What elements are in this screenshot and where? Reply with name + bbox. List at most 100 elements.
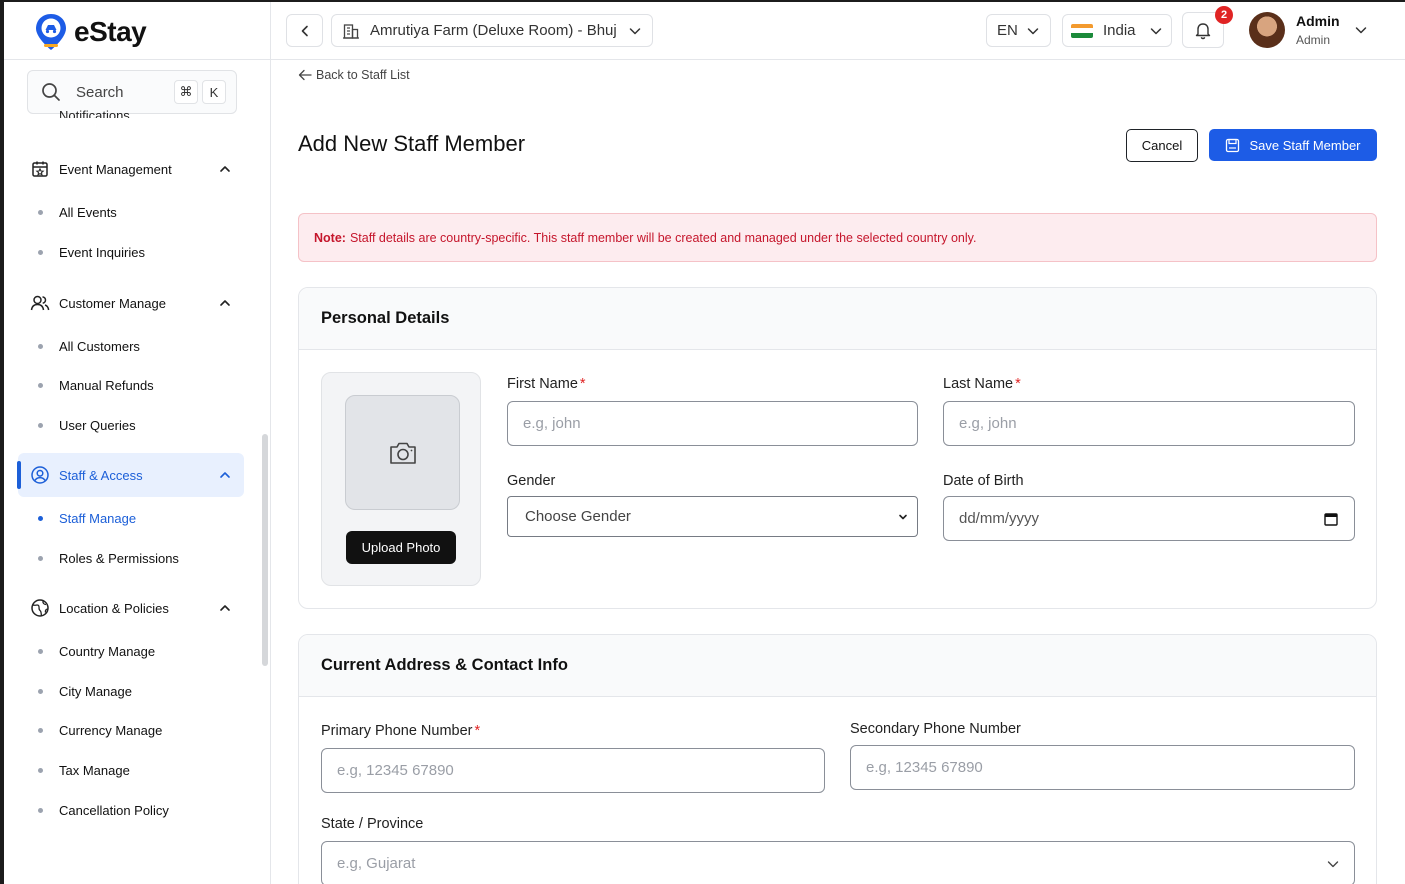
gender-select-value: Choose Gender <box>525 508 631 525</box>
first-name-label-text: First Name <box>507 376 578 392</box>
search-icon <box>42 83 60 101</box>
sidebar-group-customer-manage[interactable]: Customer Manage <box>18 281 244 325</box>
sidebar-item-label: All Events <box>59 204 117 220</box>
bell-icon <box>1195 23 1211 40</box>
last-name-label: Last Name * <box>943 376 1021 392</box>
sidebar-scrollbar[interactable] <box>262 434 268 666</box>
sidebar-item-tax-manage[interactable]: Tax Manage <box>38 760 130 780</box>
page-title: Add New Staff Member <box>298 131 526 156</box>
gender-select[interactable]: Choose Gender <box>507 496 918 537</box>
note-text: Staff details are country-specific. This… <box>349 230 977 245</box>
camera-icon <box>389 442 416 464</box>
upload-photo-button[interactable]: Upload Photo <box>346 531 456 564</box>
sidebar-item-user-queries[interactable]: User Queries <box>38 415 136 435</box>
back-to-staff-list-link[interactable]: Back to Staff List <box>298 68 410 82</box>
chevron-up-icon <box>220 300 230 306</box>
bullet-dot <box>38 422 43 428</box>
main-content: Back to Staff List Add New Staff Member … <box>271 60 1405 884</box>
search-label: Search <box>76 83 124 101</box>
bullet-dot <box>38 727 43 733</box>
sidebar-item-roles-permissions[interactable]: Roles & Permissions <box>38 548 179 568</box>
brand-name: eStay <box>74 16 147 47</box>
collapse-sidebar-button[interactable] <box>286 14 323 47</box>
building-icon <box>343 23 359 39</box>
back-link-label: Back to Staff List <box>316 68 410 82</box>
sidebar-item-all-customers[interactable]: All Customers <box>38 336 140 356</box>
avatar[interactable] <box>1249 12 1285 48</box>
sidebar-item-label: City Manage <box>59 683 132 699</box>
save-staff-member-button[interactable]: Save Staff Member <box>1209 129 1377 161</box>
first-name-input[interactable]: e.g, john <box>507 401 918 446</box>
cancel-button[interactable]: Cancel <box>1126 129 1198 162</box>
sidebar-item-label: Roles & Permissions <box>59 550 179 566</box>
chevron-down-icon <box>629 27 641 34</box>
chevron-down-icon[interactable] <box>1354 23 1368 37</box>
chevron-up-icon <box>220 166 230 172</box>
calendar-star-icon <box>32 161 48 177</box>
sidebar-item-manual-refunds[interactable]: Manual Refunds <box>38 375 154 395</box>
state-placeholder: e.g, Gujarat <box>337 855 416 872</box>
note-label: Note: <box>314 230 346 245</box>
sidebar-item-cancellation-policy[interactable]: Cancellation Policy <box>38 800 169 820</box>
state-label: State / Province <box>321 816 424 832</box>
secondary-phone-label: Secondary Phone Number <box>850 721 1021 737</box>
required-mark: * <box>579 376 586 392</box>
sidebar-item-staff-manage[interactable]: Staff Manage <box>38 508 136 528</box>
state-select[interactable]: e.g, Gujarat <box>321 841 1355 884</box>
card-title: Current Address & Contact Info <box>299 635 1376 697</box>
primary-phone-label: Primary Phone Number * <box>321 723 480 739</box>
sidebar-item-all-events[interactable]: All Events <box>38 202 117 222</box>
sidebar-group-location-policies[interactable]: Location & Policies <box>18 586 244 630</box>
bullet-dot <box>38 648 43 654</box>
property-selector[interactable]: Amrutiya Farm (Deluxe Room) - Bhuj <box>331 14 653 47</box>
sidebar-group-label: Location & Policies <box>59 600 169 616</box>
logo-pin-icon <box>36 14 66 50</box>
date-of-birth-input[interactable]: dd/mm/yyyy <box>943 496 1355 541</box>
country-selector[interactable]: India <box>1062 14 1172 47</box>
bullet-dot <box>38 767 43 773</box>
secondary-phone-input[interactable]: e.g, 12345 67890 <box>850 745 1355 790</box>
brand-logo[interactable]: eStay <box>34 10 147 54</box>
bullet-dot <box>38 515 43 521</box>
last-name-label-text: Last Name <box>943 376 1014 392</box>
chevron-down-icon <box>1327 860 1339 867</box>
sidebar-item-city-manage[interactable]: City Manage <box>38 681 132 701</box>
india-flag-icon <box>1071 23 1093 38</box>
bullet-dot <box>38 209 43 215</box>
language-selector[interactable]: EN <box>986 14 1051 47</box>
calendar-icon[interactable] <box>1324 512 1338 526</box>
sidebar-item-notifications[interactable]: Notifications <box>59 104 130 118</box>
sidebar-group-event-management[interactable]: Event Management <box>18 147 244 191</box>
language-label: EN <box>997 22 1018 39</box>
chevron-up-icon <box>220 605 230 611</box>
chevron-down-icon <box>899 514 907 519</box>
user-name: Admin <box>1296 13 1340 29</box>
sidebar-group-staff-access[interactable]: Staff & Access <box>17 453 244 497</box>
chevron-down-icon <box>1027 27 1039 34</box>
bullet-dot <box>38 688 43 694</box>
sidebar-item-country-manage[interactable]: Country Manage <box>38 641 155 661</box>
sidebar-divider <box>4 59 270 60</box>
chevron-down-icon <box>1150 27 1162 34</box>
top-header: Amrutiya Farm (Deluxe Room) - Bhuj EN In… <box>271 2 1405 60</box>
photo-placeholder[interactable] <box>345 395 460 510</box>
sidebar-group-label: Staff & Access <box>59 467 143 483</box>
photo-upload-panel: Upload Photo <box>321 372 481 586</box>
country-label: India <box>1103 22 1136 39</box>
last-name-input[interactable]: e.g, john <box>943 401 1355 446</box>
active-indicator <box>17 461 21 489</box>
sidebar-item-currency-manage[interactable]: Currency Manage <box>38 720 162 740</box>
sidebar-item-label: All Customers <box>59 338 140 354</box>
country-note-banner: Note: Staff details are country-specific… <box>298 213 1377 262</box>
user-role: Admin <box>1296 33 1331 47</box>
bullet-dot <box>38 555 43 561</box>
sidebar-item-event-inquiries[interactable]: Event Inquiries <box>38 242 145 262</box>
user-circle-icon <box>31 466 49 484</box>
personal-details-card: Personal Details Upload Photo First Name… <box>298 287 1377 609</box>
sidebar-item-label: Currency Manage <box>59 722 163 738</box>
notification-count-badge: 2 <box>1215 6 1233 24</box>
primary-phone-input[interactable]: e.g, 12345 67890 <box>321 748 825 793</box>
sidebar-item-label: Tax Manage <box>59 762 130 778</box>
users-icon <box>30 295 50 311</box>
sidebar-item-label: Country Manage <box>59 643 156 659</box>
